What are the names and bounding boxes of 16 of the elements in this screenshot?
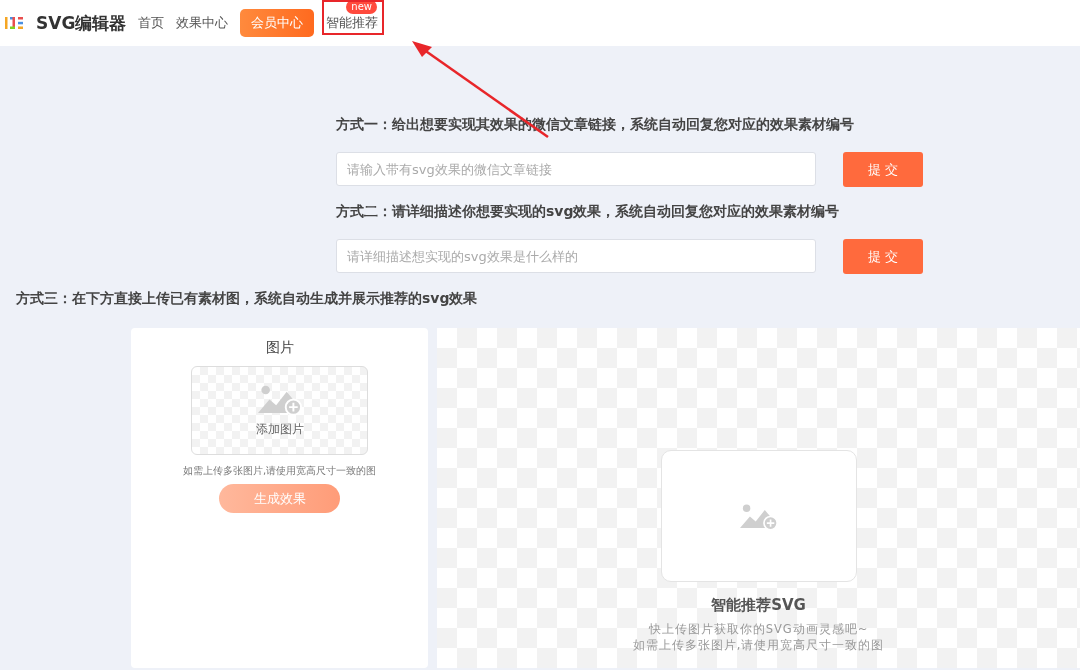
input-field[interactable]: 请输入带有svg效果的微信文章链接	[336, 152, 816, 186]
method-title: 方式三：在下方直接上传已有素材图，系统自动生成并展示推荐的svg效果	[16, 289, 479, 308]
upload-label: 添加图片	[255, 420, 304, 438]
method-title: 方式二：请详细描述你想要实现的svg效果，系统自动回复您对应的效果素材编号	[336, 202, 841, 221]
nav-link[interactable]: 首页	[138, 14, 165, 32]
image-icon	[739, 502, 778, 530]
brand-name: SVG编辑器	[36, 11, 127, 35]
preview-text: 快上传图片获取你的SVG动画灵感吧~	[648, 621, 869, 637]
add-image-icon	[257, 383, 302, 415]
preview-title: 智能推荐SVG	[711, 596, 806, 615]
nav-link[interactable]: 效果中心	[176, 14, 229, 32]
hint-text: 如需上传多张图片,请使用宽高尺寸一致的图	[182, 464, 377, 478]
nav-link[interactable]: 智能推荐	[326, 14, 379, 32]
preview-text: 如需上传多张图片,请使用宽高尺寸一致的图	[632, 637, 885, 653]
card-title: 图片	[265, 339, 294, 357]
input-field[interactable]: 请详细描述想实现的svg效果是什么样的	[336, 239, 816, 273]
